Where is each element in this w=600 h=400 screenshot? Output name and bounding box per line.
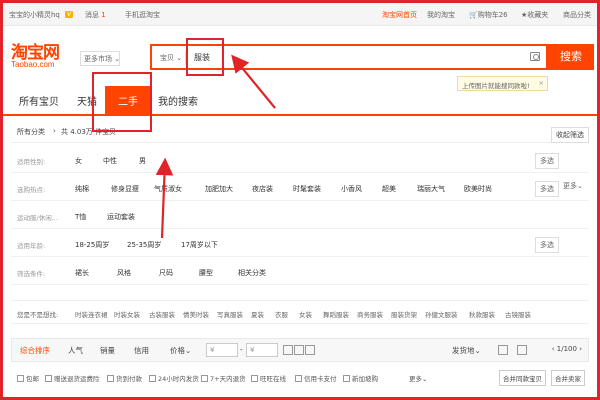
arrow-to-tab <box>155 157 174 239</box>
arrow-to-search <box>231 54 276 109</box>
annotation-arrows <box>155 54 276 239</box>
